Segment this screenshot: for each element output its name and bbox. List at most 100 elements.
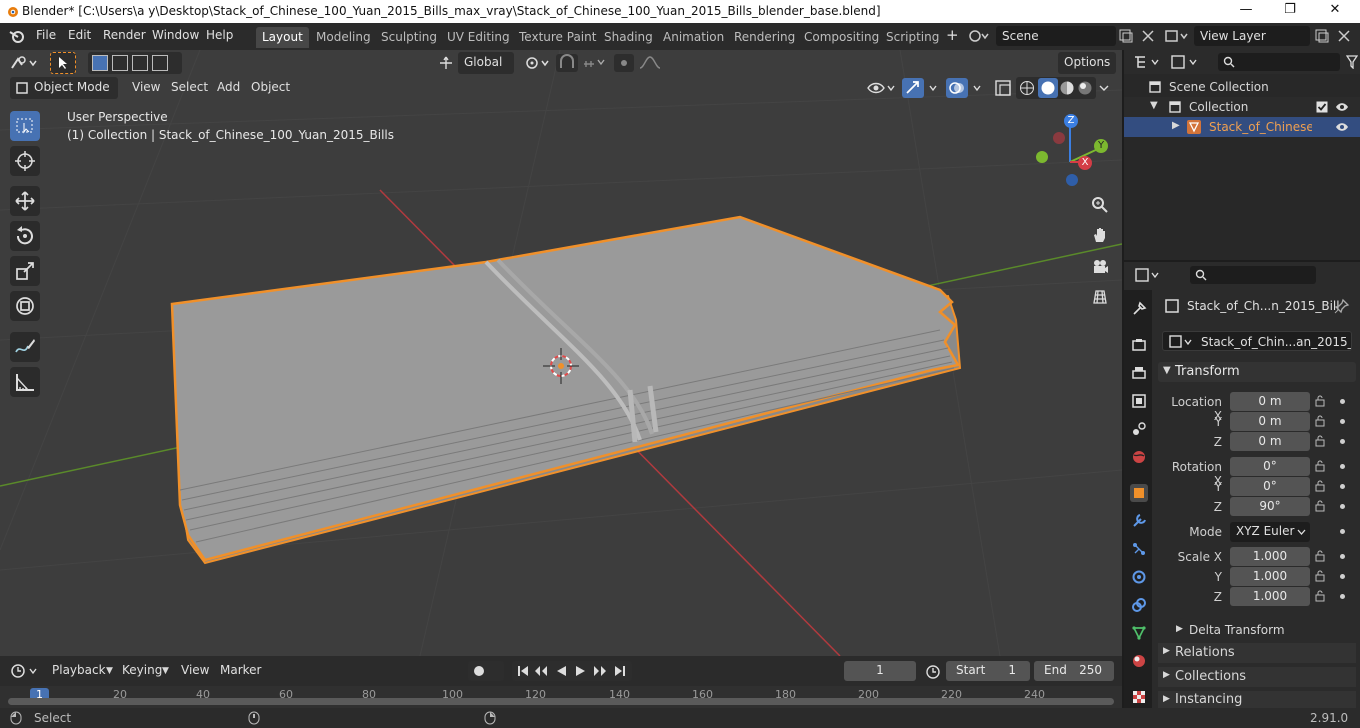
scale-y-field[interactable]: 1.000 <box>1230 567 1310 586</box>
lock-icon[interactable] <box>1314 480 1326 492</box>
rotation-z-field[interactable]: 90° <box>1230 497 1310 516</box>
collapse-transform-icon[interactable]: ▼ <box>1163 365 1171 376</box>
outliner-row-collection[interactable]: ▼ Collection <box>1124 97 1360 117</box>
menu-view[interactable]: View <box>126 77 166 99</box>
pivot-point-icon[interactable] <box>524 55 552 71</box>
timeline-scrollbar[interactable] <box>8 698 1114 705</box>
end-frame-field[interactable]: End 250 <box>1034 661 1114 681</box>
object-browse-icon[interactable] <box>1169 335 1195 349</box>
tweak-select-button[interactable] <box>50 52 76 74</box>
menu-add[interactable]: Add <box>211 77 246 99</box>
physics-tab-icon[interactable] <box>1130 568 1148 586</box>
tab-shading[interactable]: Shading <box>598 27 659 48</box>
output-tab-icon[interactable] <box>1130 364 1148 382</box>
select-subtract-icon[interactable] <box>132 55 148 71</box>
display-mode-icon[interactable] <box>1170 54 1200 70</box>
view-layer-icon[interactable] <box>1164 28 1190 44</box>
outliner-editor-icon[interactable] <box>1132 54 1162 70</box>
remove-scene-icon[interactable] <box>1140 28 1156 44</box>
texture-tab-icon[interactable] <box>1130 688 1148 706</box>
keyframe-dot[interactable] <box>1340 439 1345 444</box>
close-button[interactable]: ✕ <box>1325 2 1345 20</box>
eye-icon[interactable] <box>1335 121 1349 133</box>
location-x-field[interactable]: 0 m <box>1230 392 1310 411</box>
gizmo-x-button[interactable]: X <box>1078 156 1092 170</box>
constraints-tab-icon[interactable] <box>1130 596 1148 614</box>
location-y-field[interactable]: 0 m <box>1230 412 1310 431</box>
rendered-shading-icon[interactable] <box>1077 80 1093 96</box>
view-layer-tab-icon[interactable] <box>1130 392 1148 410</box>
pin-icon[interactable] <box>1334 298 1350 314</box>
filter-icon[interactable] <box>1346 55 1358 69</box>
lock-icon[interactable] <box>1314 590 1326 602</box>
keyframe-dot[interactable] <box>1340 484 1345 489</box>
menu-playback[interactable]: Playback <box>46 660 112 680</box>
world-tab-icon[interactable] <box>1130 448 1148 466</box>
gizmo-y-button[interactable]: Y <box>1094 139 1108 153</box>
relations-panel[interactable]: ▶ Relations <box>1158 643 1356 663</box>
expand-collection-icon[interactable]: ▼ <box>1150 100 1158 111</box>
menu-marker[interactable]: Marker <box>214 660 267 680</box>
properties-editor-icon[interactable] <box>1134 267 1162 283</box>
shading-options-icon[interactable] <box>1098 82 1110 94</box>
lock-icon[interactable] <box>1314 550 1326 562</box>
overlay-toggle-icon[interactable] <box>946 78 986 98</box>
play-reverse-icon[interactable] <box>555 665 567 677</box>
lock-icon[interactable] <box>1314 500 1326 512</box>
current-frame-field[interactable]: 1 <box>844 661 916 681</box>
pan-hand-icon[interactable] <box>1087 222 1113 248</box>
checkbox-icon[interactable] <box>1316 101 1328 113</box>
expand-object-icon[interactable]: ▶ <box>1172 120 1180 131</box>
collections-panel[interactable]: ▶ Collections <box>1158 667 1356 687</box>
new-scene-icon[interactable] <box>1118 28 1134 44</box>
expand-collections-icon[interactable]: ▶ <box>1163 670 1170 680</box>
transform-tool-icon[interactable] <box>10 291 40 321</box>
gizmo-z-button[interactable]: Z <box>1064 114 1078 128</box>
record-button[interactable] <box>468 661 504 681</box>
new-view-layer-icon[interactable] <box>1314 28 1330 44</box>
remove-view-layer-icon[interactable] <box>1336 28 1352 44</box>
start-frame-field[interactable]: Start 1 <box>946 661 1030 681</box>
scene-icon[interactable] <box>968 28 990 44</box>
options-dropdown[interactable]: Options <box>1058 52 1116 74</box>
scale-z-field[interactable]: 1.000 <box>1230 587 1310 606</box>
rotate-tool-icon[interactable] <box>10 221 40 251</box>
render-tab-icon[interactable] <box>1130 336 1148 354</box>
zoom-icon[interactable] <box>1087 192 1113 218</box>
select-new-icon[interactable] <box>92 55 108 71</box>
expand-relations-icon[interactable]: ▶ <box>1163 646 1170 656</box>
tab-layout[interactable]: Layout <box>256 27 309 48</box>
keyframe-dot[interactable] <box>1340 554 1345 559</box>
gizmo-toggle-icon[interactable] <box>902 78 942 98</box>
preview-range-icon[interactable] <box>925 663 941 679</box>
blender-menu-icon[interactable] <box>8 28 26 44</box>
material-shading-icon[interactable] <box>1059 80 1075 96</box>
timeline-ruler[interactable]: 1 20 40 60 80 100 120 140 160 180 200 22… <box>0 686 1122 708</box>
tab-sculpting[interactable]: Sculpting <box>375 27 443 48</box>
scene-field[interactable]: Scene <box>996 26 1116 46</box>
menu-view[interactable]: View <box>175 660 215 680</box>
lock-icon[interactable] <box>1314 570 1326 582</box>
timeline-editor-icon[interactable] <box>10 663 40 679</box>
menu-window[interactable]: Window <box>152 28 199 42</box>
scene-tab-icon[interactable] <box>1130 420 1148 438</box>
keyframe-dot[interactable] <box>1340 504 1345 509</box>
keyframe-dot[interactable] <box>1340 399 1345 404</box>
menu-object[interactable]: Object <box>245 77 296 99</box>
playback-controls[interactable] <box>512 661 632 681</box>
jump-start-icon[interactable] <box>517 665 529 677</box>
proportional-edit-icon[interactable] <box>614 54 666 72</box>
annotate-tool-icon[interactable] <box>10 332 40 362</box>
cursor-tool-icon[interactable] <box>10 146 40 176</box>
next-keyframe-icon[interactable] <box>593 665 607 677</box>
modifier-tab-icon[interactable] <box>1130 512 1148 530</box>
snap-icon[interactable] <box>556 54 608 72</box>
instancing-panel[interactable]: ▶ Instancing <box>1158 691 1356 708</box>
menu-file[interactable]: File <box>36 28 56 42</box>
outliner-row-scene-collection[interactable]: Scene Collection <box>1124 77 1360 97</box>
3d-viewport[interactable]: Z Y X User Perspective (1) Collection | … <box>0 50 1122 656</box>
visibility-icon[interactable] <box>866 80 896 96</box>
delta-transform-subpanel[interactable]: ▶ Delta Transform <box>1176 622 1356 640</box>
transform-panel-header[interactable]: ▼ Transform <box>1158 362 1356 382</box>
view-layer-field[interactable]: View Layer <box>1194 26 1310 46</box>
